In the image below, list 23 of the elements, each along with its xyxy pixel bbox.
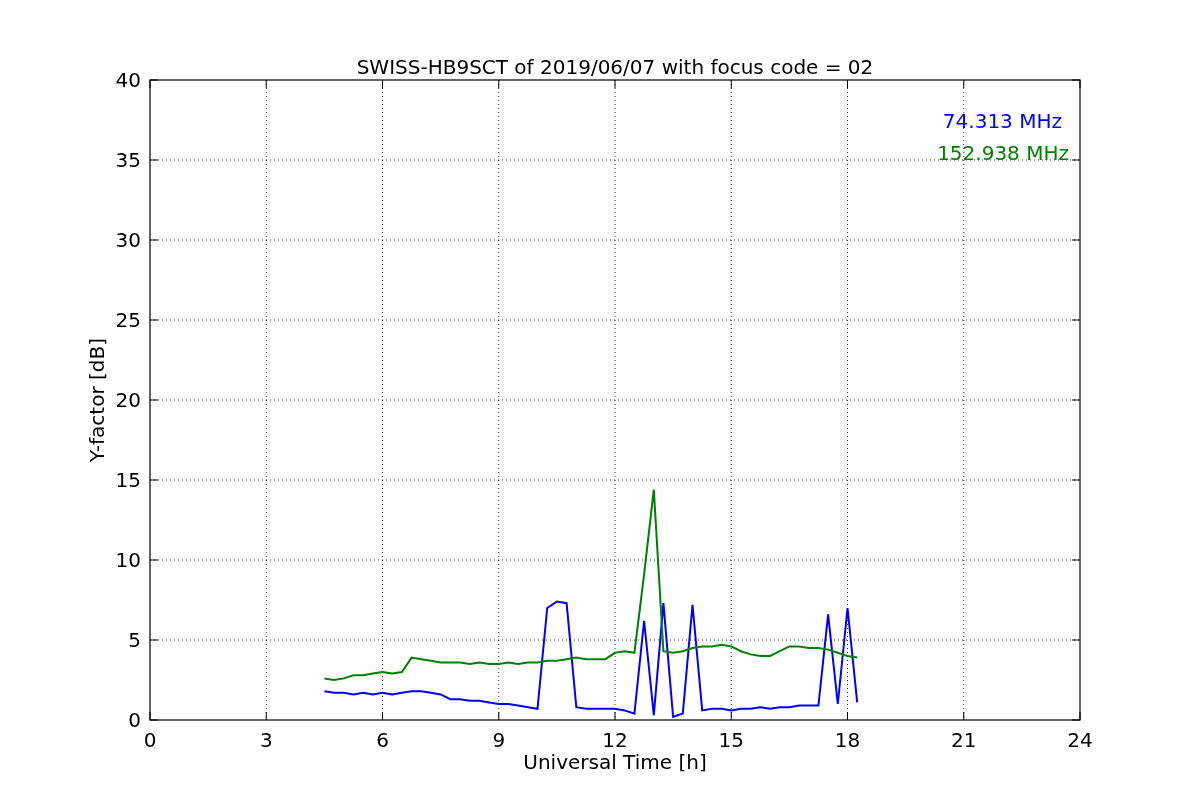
y-tick-label: 20 <box>115 388 141 412</box>
y-tick-label: 5 <box>128 628 141 652</box>
legend-label: 152.938 MHz <box>937 141 1069 165</box>
y-tick-label: 15 <box>115 468 141 492</box>
x-tick-label: 15 <box>718 728 744 752</box>
x-tick-label: 3 <box>259 728 273 752</box>
x-tick-label: 0 <box>143 728 157 752</box>
x-tick-label: 24 <box>1067 728 1093 752</box>
y-tick-label: 0 <box>128 708 141 732</box>
y-tick-label: 30 <box>115 228 141 252</box>
x-tick-label: 18 <box>834 728 861 752</box>
y-tick-label: 35 <box>115 148 141 172</box>
x-tick-label: 9 <box>492 728 506 752</box>
chart-title: SWISS-HB9SCT of 2019/06/07 with focus code = 02 <box>356 55 874 79</box>
y-axis-label: Y-factor [dB] <box>85 338 109 462</box>
x-tick-label: 21 <box>951 728 977 752</box>
legend-label: 74.313 MHz <box>942 109 1062 133</box>
y-tick-label: 10 <box>115 548 141 572</box>
y-tick-label: 40 <box>115 68 141 92</box>
y-tick-label: 25 <box>115 308 141 332</box>
x-tick-label: 6 <box>376 728 389 752</box>
x-axis-label: Universal Time [h] <box>523 750 707 774</box>
x-tick-label: 12 <box>602 728 628 752</box>
